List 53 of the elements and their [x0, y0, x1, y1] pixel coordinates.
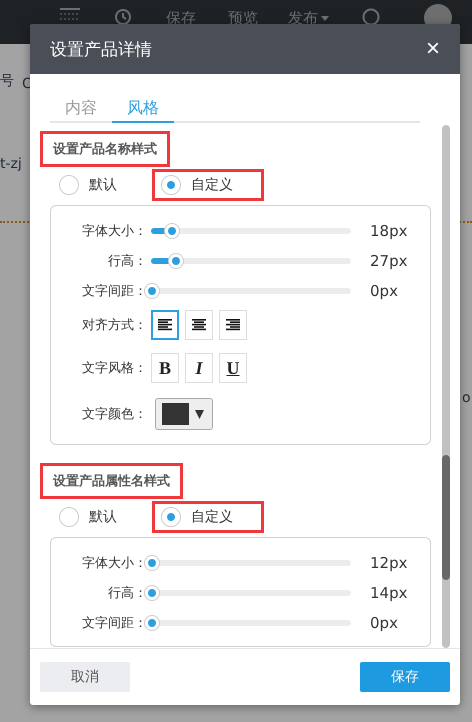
- slider-thumb[interactable]: [168, 253, 184, 269]
- slider-value: 0px: [370, 614, 398, 632]
- align-icon: [158, 319, 172, 331]
- text-style-button[interactable]: I: [185, 353, 213, 383]
- field-label: 文字颜色：: [81, 406, 147, 423]
- caret-icon: [195, 410, 204, 418]
- radio-option[interactable]: 自定义: [152, 501, 264, 533]
- scrollbar[interactable]: [442, 125, 450, 648]
- radio-button[interactable]: [161, 175, 181, 195]
- field-label: 文字间距：: [81, 615, 147, 632]
- field-label: 对齐方式：: [81, 317, 147, 334]
- radio-option[interactable]: 默认: [50, 169, 148, 201]
- field-label: 行高：: [107, 253, 147, 270]
- field-label: 文字风格：: [81, 360, 147, 377]
- section-title: 设置产品属性名样式: [40, 463, 183, 499]
- radio-option[interactable]: 自定义: [152, 169, 264, 201]
- slider-thumb[interactable]: [144, 283, 160, 299]
- background-text: o: [462, 390, 471, 406]
- radio-button[interactable]: [59, 175, 79, 195]
- slider-value: 12px: [370, 554, 408, 572]
- history-icon[interactable]: [114, 8, 132, 26]
- section-title: 设置产品名称样式: [40, 131, 170, 167]
- radio-option[interactable]: 默认: [50, 501, 148, 533]
- radio-label: 自定义: [191, 176, 233, 194]
- field-label: 文字间距：: [81, 283, 147, 300]
- slider-thumb[interactable]: [144, 585, 160, 601]
- radio-button[interactable]: [161, 507, 181, 527]
- background-text: t-zj: [0, 156, 22, 172]
- cancel-button[interactable]: 取消: [40, 662, 130, 692]
- radio-button[interactable]: [59, 507, 79, 527]
- dialog-title: 设置产品详情: [50, 38, 152, 60]
- background-text: 号: [0, 72, 14, 90]
- radio-label: 默认: [89, 176, 117, 194]
- radio-label: 自定义: [191, 508, 233, 526]
- align-icon: [226, 319, 240, 331]
- slider-value: 14px: [370, 584, 408, 602]
- align-icon: [192, 319, 206, 331]
- help-icon[interactable]: [362, 8, 380, 26]
- field-label: 字体大小：: [81, 555, 147, 572]
- radio-label: 默认: [89, 508, 117, 526]
- field-label: 行高：: [107, 585, 147, 602]
- color-picker[interactable]: [155, 398, 213, 430]
- field-label: 字体大小：: [81, 223, 147, 240]
- slider-value: 27px: [370, 252, 408, 270]
- slider-value: 18px: [370, 222, 408, 240]
- slider-thumb[interactable]: [164, 223, 180, 239]
- slider-thumb[interactable]: [144, 555, 160, 571]
- slider-value: 0px: [370, 282, 398, 300]
- text-style-button[interactable]: U: [219, 353, 247, 383]
- slider-thumb[interactable]: [144, 615, 160, 631]
- align-button[interactable]: [151, 310, 179, 340]
- text-style-button[interactable]: B: [151, 353, 179, 383]
- close-button[interactable]: ×: [426, 37, 440, 61]
